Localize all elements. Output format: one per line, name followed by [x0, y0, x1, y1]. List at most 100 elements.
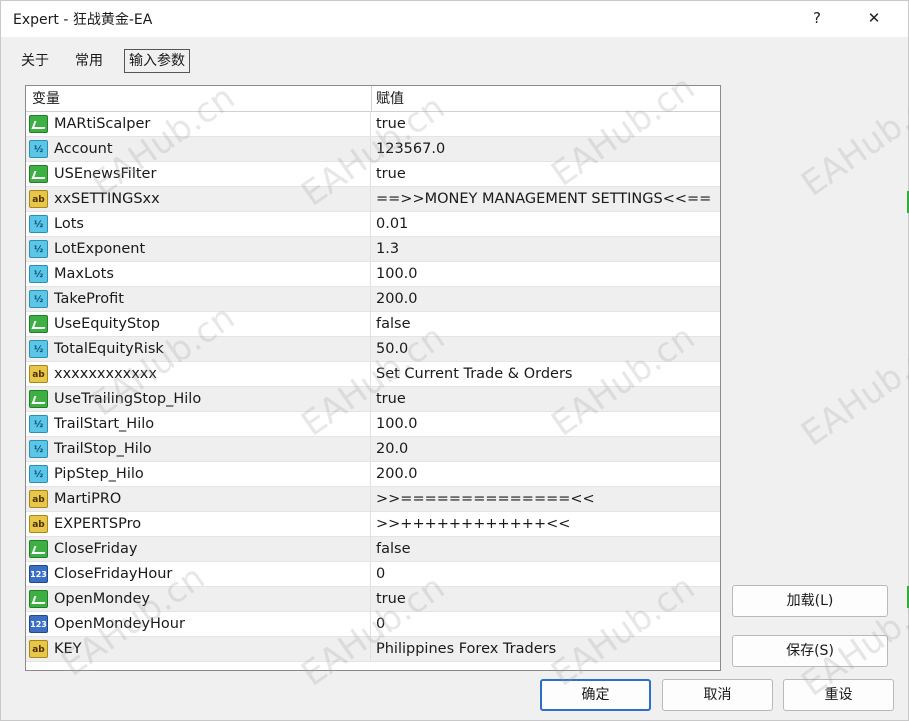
parameter-name-cell[interactable]: UseEquityStop [26, 312, 371, 336]
parameter-name: xxSETTINGSxx [54, 191, 160, 207]
parameter-name-cell[interactable]: MARtiScalper [26, 112, 371, 136]
close-button[interactable]: ✕ [856, 4, 892, 32]
parameter-value[interactable]: 50.0 [376, 337, 716, 361]
parameter-value[interactable]: true [376, 112, 716, 136]
parameter-row[interactable]: ½ TrailStop_Hilo 20.0 [26, 437, 720, 462]
parameter-name-cell[interactable]: ½ MaxLots [26, 262, 371, 286]
parameter-value[interactable]: 200.0 [376, 287, 716, 311]
parameter-row[interactable]: ab MartiPRO >>==============<< [26, 487, 720, 512]
parameter-row[interactable]: ½ PipStep_Hilo 200.0 [26, 462, 720, 487]
parameter-row[interactable]: ½ TotalEquityRisk 50.0 [26, 337, 720, 362]
parameter-name-cell[interactable]: UseTrailingStop_Hilo [26, 387, 371, 411]
parameter-row[interactable]: ½ LotExponent 1.3 [26, 237, 720, 262]
parameter-name-cell[interactable]: ½ PipStep_Hilo [26, 462, 371, 486]
parameter-row[interactable]: ab KEY Philippines Forex Traders [26, 637, 720, 662]
parameter-value[interactable]: false [376, 537, 716, 561]
column-divider[interactable] [371, 86, 372, 112]
int-icon: 123 [29, 615, 48, 633]
ok-button[interactable]: 确定 [540, 679, 651, 711]
load-button[interactable]: 加载(L) [732, 585, 888, 617]
parameter-value[interactable]: 100.0 [376, 262, 716, 286]
parameter-name: xxxxxxxxxxxx [54, 366, 157, 382]
tab-inputs[interactable]: 输入参数 [124, 49, 190, 73]
parameter-row[interactable]: ab xxxxxxxxxxxx Set Current Trade & Orders [26, 362, 720, 387]
parameter-row[interactable]: ½ TakeProfit 200.0 [26, 287, 720, 312]
help-button[interactable]: ? [799, 4, 835, 32]
parameter-row[interactable]: CloseFriday false [26, 537, 720, 562]
double-icon: ½ [29, 465, 48, 483]
parameter-name: KEY [54, 641, 82, 657]
parameter-value[interactable]: false [376, 312, 716, 336]
parameter-name-cell[interactable]: ½ TrailStop_Hilo [26, 437, 371, 461]
parameter-value[interactable]: true [376, 162, 716, 186]
double-icon: ½ [29, 290, 48, 308]
parameter-value[interactable]: Philippines Forex Traders [376, 637, 716, 661]
parameter-name-cell[interactable]: ab EXPERTSPro [26, 512, 371, 536]
parameter-value[interactable]: >>++++++++++++<< [376, 512, 716, 536]
parameter-value[interactable]: >>==============<< [376, 487, 716, 511]
parameter-name-cell[interactable]: ab xxSETTINGSxx [26, 187, 371, 211]
parameter-row[interactable]: 123 CloseFridayHour 0 [26, 562, 720, 587]
column-header-value[interactable]: 赋值 [376, 86, 404, 112]
parameter-name-cell[interactable]: OpenMondey [26, 587, 371, 611]
parameter-name: UseEquityStop [54, 316, 160, 332]
parameter-name-cell[interactable]: ½ TrailStart_Hilo [26, 412, 371, 436]
double-icon: ½ [29, 440, 48, 458]
parameter-name-cell[interactable]: ab MartiPRO [26, 487, 371, 511]
parameter-value[interactable]: 100.0 [376, 412, 716, 436]
parameter-row[interactable]: UseEquityStop false [26, 312, 720, 337]
parameter-name-cell[interactable]: ½ Lots [26, 212, 371, 236]
double-icon: ½ [29, 140, 48, 158]
column-header-variable[interactable]: 变量 [32, 86, 60, 112]
parameter-row[interactable]: OpenMondey true [26, 587, 720, 612]
parameter-value[interactable]: 0.01 [376, 212, 716, 236]
parameter-name-cell[interactable]: ab xxxxxxxxxxxx [26, 362, 371, 386]
parameter-name-cell[interactable]: 123 CloseFridayHour [26, 562, 371, 586]
parameter-name-cell[interactable]: ½ TakeProfit [26, 287, 371, 311]
parameter-name: OpenMondeyHour [54, 616, 185, 632]
grid-header: 变量 赋值 [26, 86, 720, 112]
parameter-value[interactable]: 200.0 [376, 462, 716, 486]
parameter-name-cell[interactable]: ½ TotalEquityRisk [26, 337, 371, 361]
parameter-row[interactable]: MARtiScalper true [26, 112, 720, 137]
save-button[interactable]: 保存(S) [732, 635, 888, 667]
reset-button[interactable]: 重设 [783, 679, 894, 711]
tab-common[interactable]: 常用 [71, 49, 107, 73]
parameter-value[interactable]: ==>>MONEY MANAGEMENT SETTINGS<<== [376, 187, 716, 211]
parameter-value[interactable]: 0 [376, 562, 716, 586]
tab-about[interactable]: 关于 [17, 49, 53, 73]
parameter-name: UseTrailingStop_Hilo [54, 391, 202, 407]
bool-icon [29, 115, 48, 133]
parameter-value[interactable]: Set Current Trade & Orders [376, 362, 716, 386]
parameter-name-cell[interactable]: ab KEY [26, 637, 371, 661]
bool-icon [29, 165, 48, 183]
parameter-value[interactable]: 20.0 [376, 437, 716, 461]
parameter-name-cell[interactable]: 123 OpenMondeyHour [26, 612, 371, 636]
parameter-name: TotalEquityRisk [54, 341, 164, 357]
parameter-name-cell[interactable]: ½ Account [26, 137, 371, 161]
parameter-row[interactable]: UseTrailingStop_Hilo true [26, 387, 720, 412]
cancel-button[interactable]: 取消 [662, 679, 773, 711]
parameter-name: TrailStart_Hilo [54, 416, 155, 432]
parameter-value[interactable]: true [376, 587, 716, 611]
parameter-name-cell[interactable]: ½ LotExponent [26, 237, 371, 261]
parameter-value[interactable]: 1.3 [376, 237, 716, 261]
parameter-row[interactable]: ½ TrailStart_Hilo 100.0 [26, 412, 720, 437]
parameter-row[interactable]: ab EXPERTSPro >>++++++++++++<< [26, 512, 720, 537]
parameter-row[interactable]: ½ Account 123567.0 [26, 137, 720, 162]
parameter-name-cell[interactable]: CloseFriday [26, 537, 371, 561]
parameter-row[interactable]: ½ MaxLots 100.0 [26, 262, 720, 287]
parameter-name: Account [54, 141, 113, 157]
double-icon: ½ [29, 340, 48, 358]
parameter-value[interactable]: 123567.0 [376, 137, 716, 161]
double-icon: ½ [29, 415, 48, 433]
parameter-row[interactable]: USEnewsFilter true [26, 162, 720, 187]
parameter-row[interactable]: 123 OpenMondeyHour 0 [26, 612, 720, 637]
parameter-value[interactable]: 0 [376, 612, 716, 636]
parameter-row[interactable]: ab xxSETTINGSxx ==>>MONEY MANAGEMENT SETTI… [26, 187, 720, 212]
tab-strip: 关于 常用 输入参数 [15, 47, 895, 73]
parameter-name-cell[interactable]: USEnewsFilter [26, 162, 371, 186]
string-icon: ab [29, 365, 48, 383]
parameter-row[interactable]: ½ Lots 0.01 [26, 212, 720, 237]
parameter-value[interactable]: true [376, 387, 716, 411]
